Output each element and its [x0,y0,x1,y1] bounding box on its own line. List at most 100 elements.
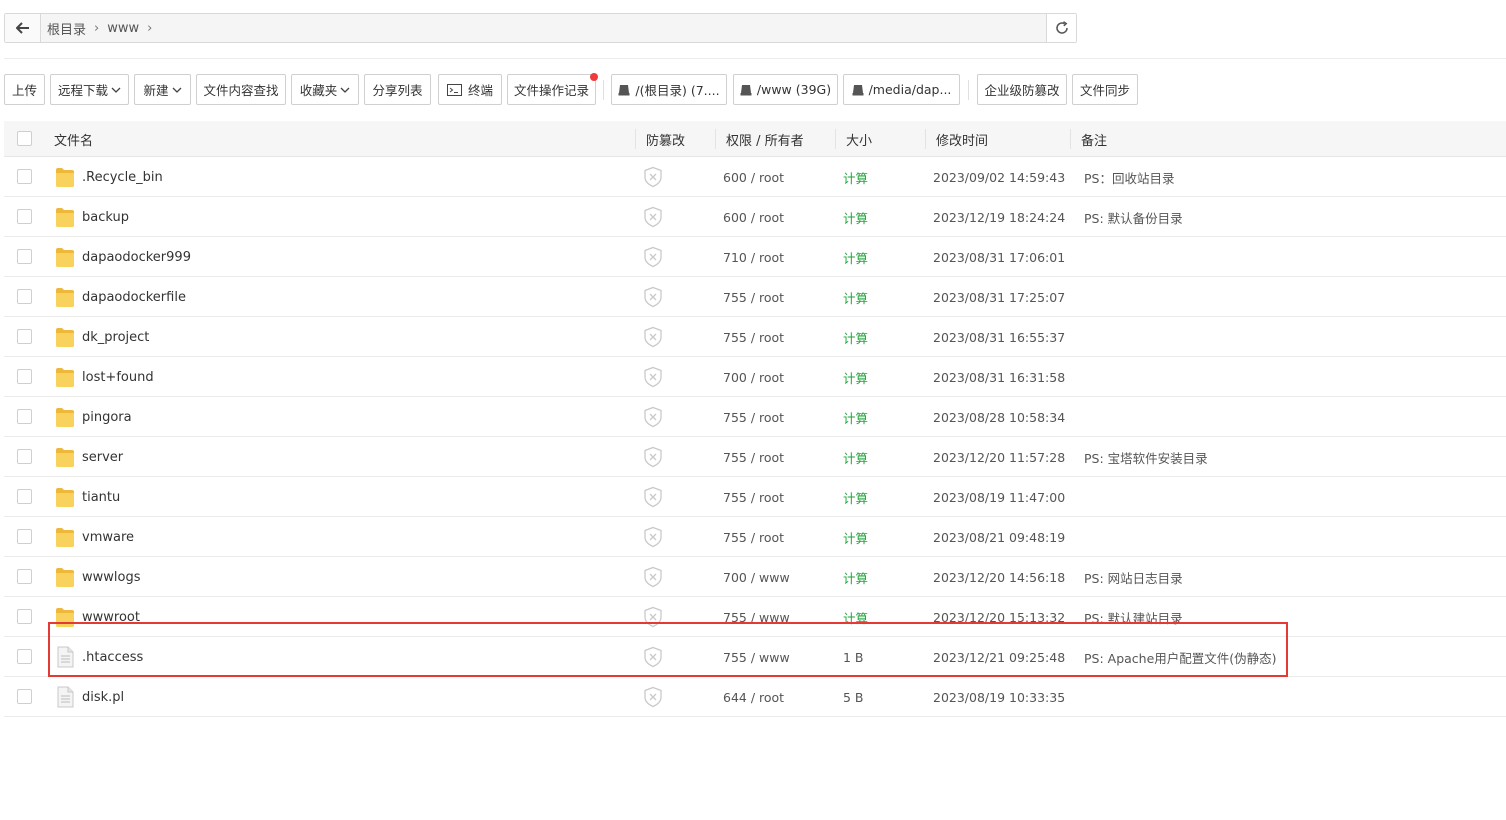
shield-icon[interactable] [643,566,663,588]
refresh-button[interactable] [1046,14,1076,42]
calc-size-link[interactable]: 计算 [843,357,868,397]
row-checkbox[interactable] [17,689,32,704]
file-name[interactable]: wwwlogs [82,557,141,597]
row-checkbox[interactable] [17,489,32,504]
row-checkbox[interactable] [17,169,32,184]
file-permission[interactable]: 600 / root [723,157,784,197]
table-row[interactable]: tiantu 755 / root 计算 2023/08/19 11:47:00 [4,477,1506,517]
disk-www-button[interactable]: /www (39G) [733,74,838,105]
calc-size-link[interactable]: 计算 [843,517,868,557]
col-mtime-header[interactable]: 修改时间 [936,121,988,157]
table-row[interactable]: dapaodockerfile 755 / root 计算 2023/08/31 17… [4,277,1506,317]
shield-icon[interactable] [643,206,663,228]
breadcrumb-item-www[interactable]: www [107,21,139,36]
row-checkbox[interactable] [17,369,32,384]
file-note[interactable]: PS: 默认备份目录 [1084,197,1183,237]
file-op-log-button[interactable]: 文件操作记录 [507,74,596,105]
share-list-button[interactable]: 分享列表 [364,74,431,105]
file-name[interactable]: backup [82,197,129,237]
file-name[interactable]: dk_project [82,317,149,357]
table-row[interactable]: pingora 755 / root 计算 2023/08/28 10:58:34 [4,397,1506,437]
file-note[interactable]: PS：回收站目录 [1084,157,1174,197]
col-perm-header[interactable]: 权限 / 所有者 [726,121,804,157]
row-checkbox[interactable] [17,569,32,584]
calc-size-link[interactable]: 计算 [843,277,868,317]
remote-download-button[interactable]: 远程下载 [50,74,129,105]
shield-icon[interactable] [643,526,663,548]
file-permission[interactable]: 600 / root [723,197,784,237]
file-name[interactable]: dapaodocker999 [82,237,191,277]
shield-icon[interactable] [643,406,663,428]
calc-size-link[interactable]: 计算 [843,437,868,477]
file-permission[interactable]: 755 / root [723,277,784,317]
file-permission[interactable]: 644 / root [723,677,784,717]
file-name[interactable]: vmware [82,517,134,557]
file-name[interactable]: tiantu [82,477,120,517]
file-permission[interactable]: 700 / root [723,357,784,397]
shield-icon[interactable] [643,326,663,348]
shield-icon[interactable] [643,366,663,388]
row-checkbox[interactable] [17,609,32,624]
disk-root-button[interactable]: /(根目录) (7.... [611,74,727,105]
file-name[interactable]: disk.pl [82,677,124,717]
file-name[interactable]: dapaodockerfile [82,277,186,317]
calc-size-link[interactable]: 计算 [843,237,868,277]
file-note[interactable]: PS: 宝塔软件安装目录 [1084,437,1208,477]
col-name-header[interactable]: 文件名 [54,121,93,157]
disk-media-button[interactable]: /media/dap... [843,74,960,105]
row-checkbox[interactable] [17,209,32,224]
shield-icon[interactable] [643,286,663,308]
calc-size-link[interactable]: 计算 [843,317,868,357]
row-checkbox[interactable] [17,649,32,664]
address-bar[interactable]: 根目录 › www › [4,13,1077,43]
file-sync-button[interactable]: 文件同步 [1072,74,1138,105]
row-checkbox[interactable] [17,409,32,424]
calc-size-link[interactable]: 计算 [843,397,868,437]
calc-size-link[interactable]: 计算 [843,477,868,517]
table-row[interactable]: disk.pl 644 / root 5 B 2023/08/19 10:33:35 [4,677,1506,717]
row-checkbox[interactable] [17,329,32,344]
file-note[interactable]: PS: 网站日志目录 [1084,557,1183,597]
tamper-proof-button[interactable]: 企业级防篡改 [977,74,1067,105]
table-row[interactable]: vmware 755 / root 计算 2023/08/21 09:48:19 [4,517,1506,557]
file-permission[interactable]: 755 / root [723,437,784,477]
table-row[interactable]: server 755 / root 计算 2023/12/20 11:57:28 PS:… [4,437,1506,477]
table-row[interactable]: dk_project 755 / root 计算 2023/08/31 16:55:3… [4,317,1506,357]
file-permission[interactable]: 755 / root [723,477,784,517]
back-button[interactable] [5,14,41,42]
file-permission[interactable]: 710 / root [723,237,784,277]
file-permission[interactable]: 755 / root [723,517,784,557]
file-permission[interactable]: 755 / root [723,397,784,437]
calc-size-link[interactable]: 计算 [843,197,868,237]
shield-icon[interactable] [643,446,663,468]
file-permission[interactable]: 700 / www [723,557,790,597]
table-row[interactable]: .Recycle_bin 600 / root 计算 2023/09/02 14:59… [4,157,1506,197]
terminal-button[interactable]: 终端 [438,74,502,105]
file-name[interactable]: server [82,437,123,477]
col-size-header[interactable]: 大小 [846,121,872,157]
calc-size-link[interactable]: 计算 [843,557,868,597]
shield-icon[interactable] [643,486,663,508]
calc-size-link[interactable]: 计算 [843,157,868,197]
table-row[interactable]: wwwlogs 700 / www 计算 2023/12/20 14:56:18 PS:… [4,557,1506,597]
row-checkbox[interactable] [17,529,32,544]
content-search-button[interactable]: 文件内容查找 [196,74,286,105]
file-name[interactable]: pingora [82,397,132,437]
shield-icon[interactable] [643,166,663,188]
breadcrumb-item-root[interactable]: 根目录 [47,19,86,38]
row-checkbox[interactable] [17,249,32,264]
row-checkbox[interactable] [17,289,32,304]
table-row[interactable]: backup 600 / root 计算 2023/12/19 18:24:24 PS:… [4,197,1506,237]
favorites-button[interactable]: 收藏夹 [291,74,359,105]
new-button[interactable]: 新建 [134,74,191,105]
file-name[interactable]: .Recycle_bin [82,157,163,197]
shield-icon[interactable] [643,686,663,708]
file-name[interactable]: lost+found [82,357,154,397]
file-permission[interactable]: 755 / root [723,317,784,357]
shield-icon[interactable] [643,246,663,268]
table-row[interactable]: lost+found 700 / root 计算 2023/08/31 16:31:5… [4,357,1506,397]
select-all-checkbox[interactable] [17,131,32,146]
row-checkbox[interactable] [17,449,32,464]
table-row[interactable]: dapaodocker999 710 / root 计算 2023/08/31 17:… [4,237,1506,277]
upload-button[interactable]: 上传 [4,74,45,105]
